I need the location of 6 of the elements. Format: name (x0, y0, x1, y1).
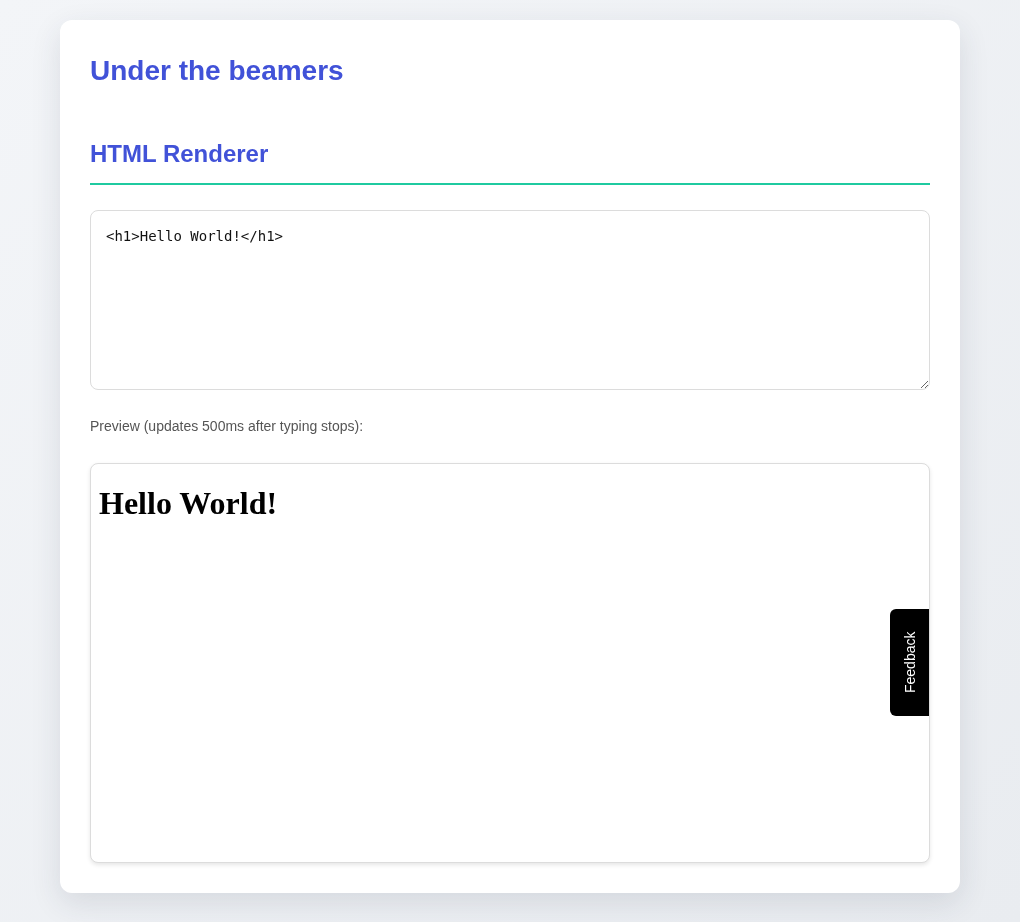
feedback-tab[interactable]: Feedback (890, 609, 929, 717)
html-input-field[interactable]: <h1>Hello World!</h1> (90, 210, 930, 391)
preview-heading: Hello World! (99, 485, 278, 523)
page-title: Under the beamers (90, 54, 345, 88)
preview-label: Preview (updates 500ms after typing stops): (90, 418, 365, 435)
section-heading: HTML Renderer (90, 139, 930, 186)
